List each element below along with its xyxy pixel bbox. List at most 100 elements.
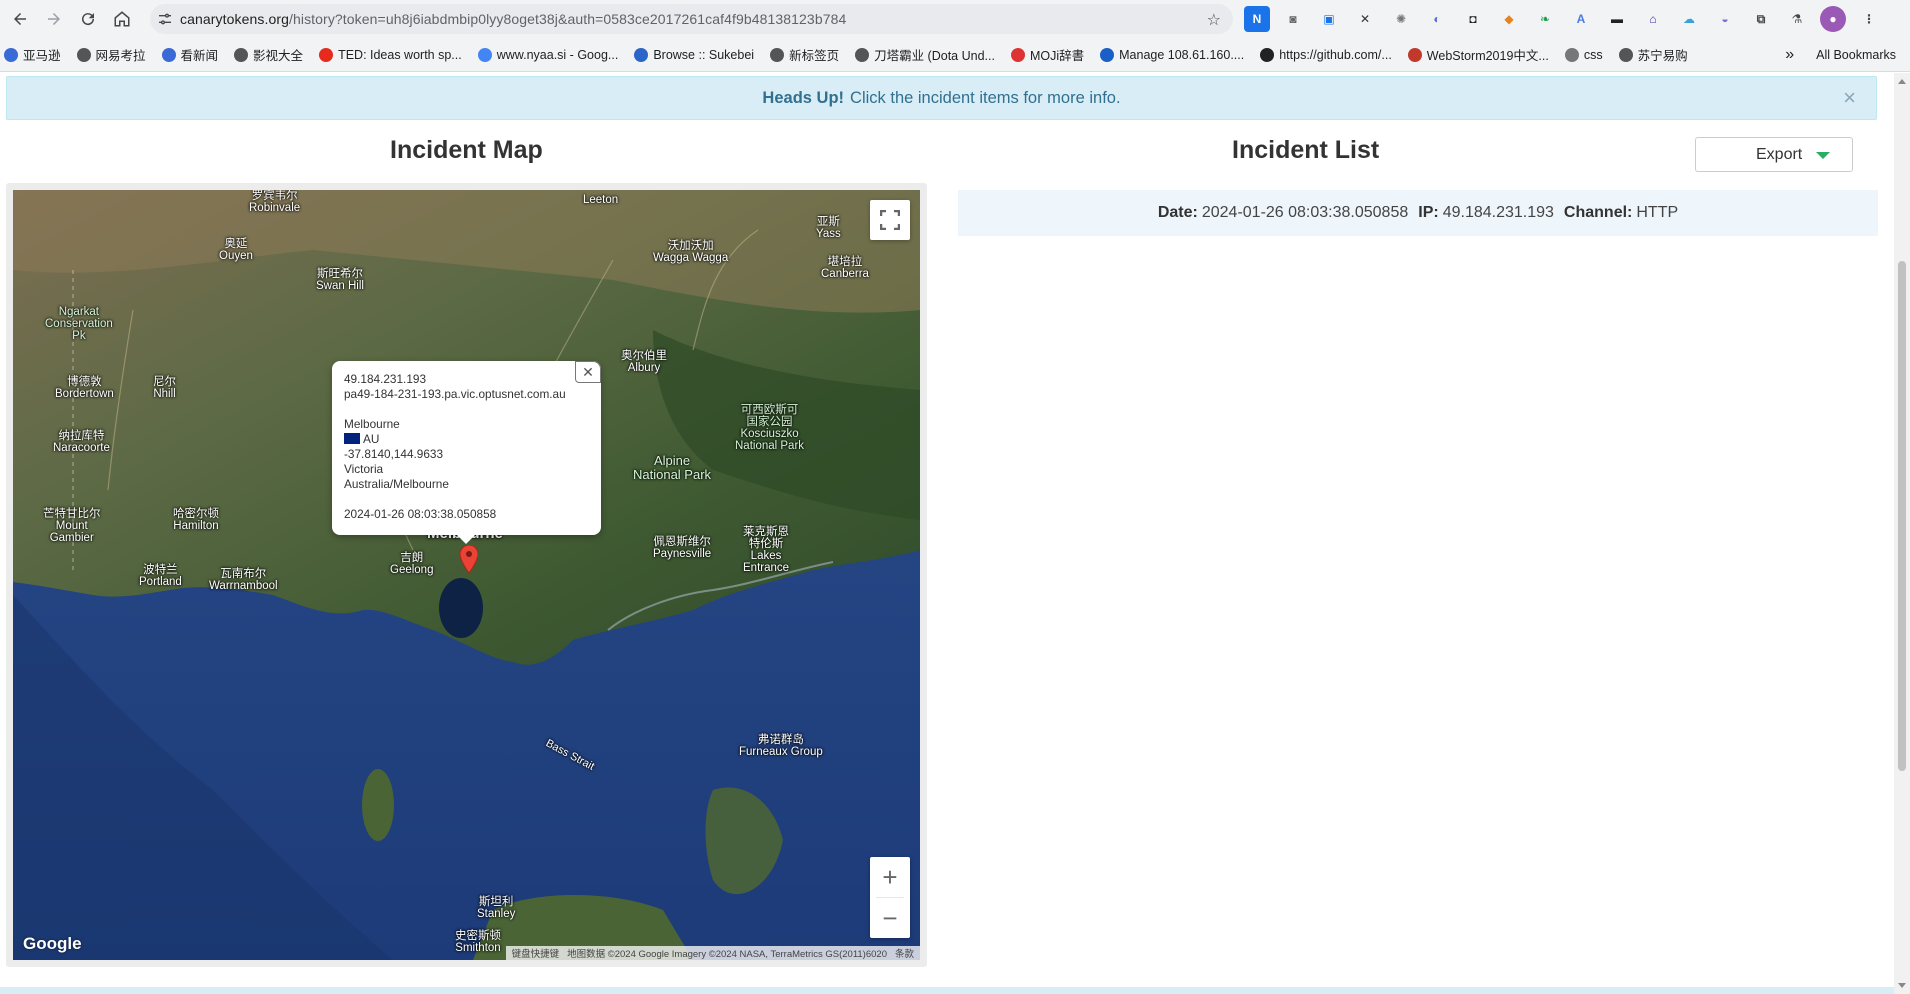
metamask-extension-icon[interactable]: ◆ xyxy=(1496,6,1522,32)
more-bookmarks-icon[interactable]: » xyxy=(1785,46,1794,64)
bookmark-item[interactable]: https://github.com/... xyxy=(1260,47,1392,62)
page-scrollbar[interactable] xyxy=(1894,73,1910,994)
popup-timezone: Australia/Melbourne xyxy=(344,477,449,491)
info-window-close-icon[interactable]: ✕ xyxy=(575,361,601,383)
zoom-in-button[interactable]: + xyxy=(870,857,910,897)
bookmark-favicon-icon xyxy=(76,47,91,62)
bookmark-favicon-icon xyxy=(1618,47,1633,62)
incident-channel: HTTP xyxy=(1636,204,1679,221)
bookmark-favicon-icon xyxy=(1010,47,1025,62)
x-extension-icon[interactable]: ✕ xyxy=(1352,6,1378,32)
bookmark-item[interactable]: 刀塔霸业 (Dota Und... xyxy=(855,45,995,64)
incident-ip-label: IP: xyxy=(1418,204,1439,221)
map-label-lakes-entrance: 莱克斯恩 特伦斯 Lakes Entrance xyxy=(743,526,790,575)
popup-timestamp: 2024-01-26 08:03:38.050858 xyxy=(344,507,497,521)
extensions-bar: N ◙ ▣ ✕ ✺ ◐ ◘ ◆ ❧ A ▬ ⌂ ☁ ◒ ⧉ ⚗ ● ⋮ xyxy=(1244,6,1882,32)
bookmark-label: www.nyaa.si - Goog... xyxy=(496,47,619,62)
bookmark-label: MOJi辞書 xyxy=(1029,49,1085,63)
incident-date: 2024-01-26 08:03:38.050858 xyxy=(1201,204,1409,221)
map-label-yass: 亚斯 Yass xyxy=(816,216,841,241)
puzzle-extensions-icon[interactable]: ⧉ xyxy=(1748,6,1774,32)
incident-item[interactable]: Date: 2024-01-26 08:03:38.050858 IP: 49.… xyxy=(958,190,1878,236)
back-arrow-icon[interactable] xyxy=(6,5,34,33)
bookmark-label: Browse :: Sukebei xyxy=(653,47,755,62)
screenshot-extension-icon[interactable]: ▣ xyxy=(1316,6,1342,32)
bookmark-item[interactable]: WebStorm2019中文... xyxy=(1407,45,1549,64)
bookmark-star-icon[interactable]: ☆ xyxy=(1207,10,1221,30)
robot-extension-icon[interactable]: ◘ xyxy=(1460,6,1486,32)
translate-extension-icon[interactable]: A xyxy=(1568,6,1594,32)
map-label-stanley: 斯坦利 Stanley xyxy=(477,896,516,921)
alert-strong: Heads Up! xyxy=(762,88,845,107)
map-data-text: 地图数据 ©2024 Google Imagery ©2024 NASA, Te… xyxy=(567,949,887,960)
bookmark-item[interactable]: MOJi辞書 xyxy=(1010,45,1085,64)
card-extension-icon[interactable]: ▬ xyxy=(1604,6,1630,32)
alert-close-icon[interactable]: × xyxy=(1843,85,1856,111)
site-settings-icon[interactable] xyxy=(150,11,180,27)
profile-avatar[interactable]: ● xyxy=(1820,6,1846,32)
bookmark-item[interactable]: css xyxy=(1564,47,1603,62)
scroll-up-arrow-icon[interactable] xyxy=(1898,79,1906,84)
bookmark-favicon-icon xyxy=(1260,47,1275,62)
all-bookmarks-button[interactable]: All Bookmarks xyxy=(1816,48,1896,62)
bookmark-item[interactable]: 亚马逊 xyxy=(4,45,61,64)
camera-extension-icon[interactable]: ◙ xyxy=(1280,6,1306,32)
lab-icon[interactable]: ⚗ xyxy=(1784,6,1810,32)
map-label-geelong: 吉朗 Geelong xyxy=(390,552,434,577)
menu-kebab-icon[interactable]: ⋮ xyxy=(1856,6,1882,32)
cat-extension-icon[interactable]: ☁ xyxy=(1676,6,1702,32)
bookmark-item[interactable]: Browse :: Sukebei xyxy=(634,47,755,62)
bookmark-label: TED: Ideas worth sp... xyxy=(338,47,462,62)
bookmarks-bar: 亚马逊 网易考拉 看新闻 影视大全 TED: Ideas worth sp... www.… xyxy=(0,38,1910,72)
terms-link[interactable]: 条款 xyxy=(895,946,914,960)
openai-extension-icon[interactable]: ✺ xyxy=(1388,6,1414,32)
home-icon[interactable] xyxy=(108,5,136,33)
incident-ip: 49.184.231.193 xyxy=(1442,204,1554,221)
bookmark-item[interactable]: 苏宁易购 xyxy=(1618,45,1688,64)
compass-extension-icon[interactable]: ◐ xyxy=(1424,6,1450,32)
bookmark-item[interactable]: 影视大全 xyxy=(234,45,303,64)
map-label-robinvale: 罗宾韦尔 Robinvale xyxy=(249,190,301,215)
browser-toolbar: canarytokens.org/history?token=uh8j6iabd… xyxy=(0,0,1910,38)
popup-ip: 49.184.231.193 xyxy=(344,372,427,386)
bookmark-item[interactable]: 看新闻 xyxy=(161,45,218,64)
bookmark-favicon-icon xyxy=(1564,47,1579,62)
notification-extension-icon[interactable]: ⌂ xyxy=(1640,6,1666,32)
popup-region: Victoria xyxy=(344,462,384,476)
fullscreen-button[interactable] xyxy=(870,200,910,240)
leaf-extension-icon[interactable]: ❧ xyxy=(1532,6,1558,32)
incident-channel-label: Channel: xyxy=(1563,204,1633,221)
bookmark-item[interactable]: TED: Ideas worth sp... xyxy=(319,47,462,62)
address-bar[interactable]: canarytokens.org/history?token=uh8j6iabd… xyxy=(150,4,1233,34)
bookmark-item[interactable]: www.nyaa.si - Goog... xyxy=(477,47,619,62)
map-label-hamilton: 哈密尔顿 Hamilton xyxy=(173,508,219,533)
bookmark-label: Manage 108.61.160.... xyxy=(1119,47,1245,62)
popup-city: Melbourne xyxy=(344,417,400,431)
bookmark-label: WebStorm2019中文... xyxy=(1426,49,1549,63)
export-button[interactable]: Export xyxy=(1695,137,1853,172)
map-label-paynesville: 佩恩斯维尔 Paynesville xyxy=(653,536,712,561)
incident-map[interactable]: 罗宾韦尔 Robinvale Leeton 奥延 Ouyen 斯旺希尔 Swan Hi… xyxy=(13,190,920,960)
reload-icon[interactable] xyxy=(74,5,102,33)
bookmark-favicon-icon xyxy=(634,47,649,62)
scroll-down-arrow-icon[interactable] xyxy=(1898,983,1906,988)
map-label-ngarkat: Ngarkat Conservation Pk xyxy=(45,306,113,343)
location-marker-icon[interactable] xyxy=(459,544,479,578)
bookmark-item[interactable]: 网易考拉 xyxy=(76,45,146,64)
map-label-wagga-wagga: 沃加沃加 Wagga Wagga xyxy=(653,240,729,265)
bookmark-label: css xyxy=(1583,47,1603,62)
bookmark-favicon-icon xyxy=(477,47,492,62)
map-label-ouyen: 奥延 Ouyen xyxy=(219,238,253,263)
bookmark-favicon-icon xyxy=(4,47,18,62)
swirl-extension-icon[interactable]: ◒ xyxy=(1712,6,1738,32)
zoom-out-button[interactable]: − xyxy=(870,898,910,938)
au-flag-icon xyxy=(344,433,360,444)
new-extension-icon[interactable]: N xyxy=(1244,6,1270,32)
bookmark-item[interactable]: 新标签页 xyxy=(770,45,839,64)
map-label-mount-gambier: 芒特甘比尔 Mount Gambier xyxy=(43,508,101,545)
page-content: Heads Up! Click the incident items for m… xyxy=(0,73,1894,994)
bookmark-item[interactable]: Manage 108.61.160.... xyxy=(1100,47,1245,62)
scrollbar-thumb[interactable] xyxy=(1898,261,1906,771)
keyboard-shortcuts-link[interactable]: 键盘快捷键 xyxy=(512,946,560,960)
forward-arrow-icon[interactable] xyxy=(40,5,68,33)
